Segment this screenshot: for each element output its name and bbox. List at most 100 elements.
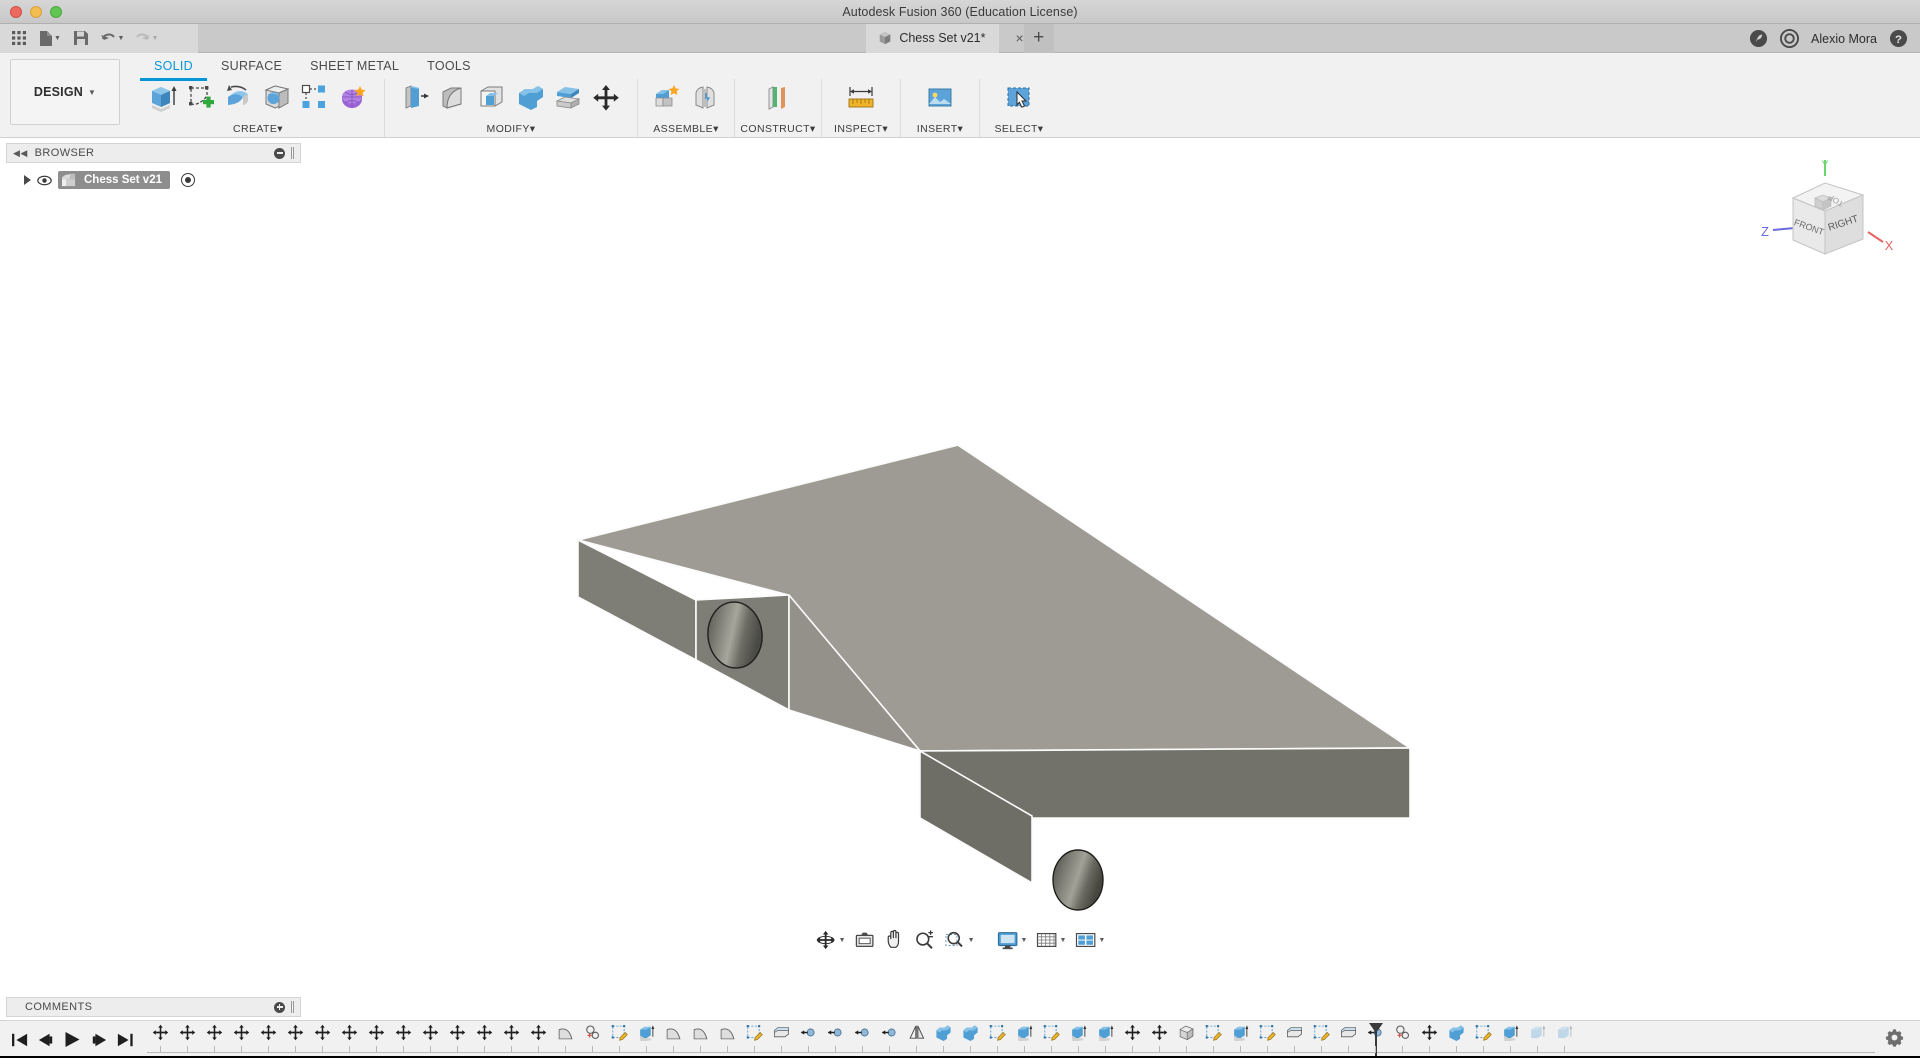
- minimize-panel-icon[interactable]: [274, 147, 285, 159]
- measure-tool[interactable]: [844, 81, 878, 115]
- chevron-down-icon: ▾: [277, 123, 283, 135]
- extrude-tool[interactable]: [146, 81, 180, 115]
- macos-title-bar: Autodesk Fusion 360 (Education License): [0, 0, 1920, 24]
- grid-snaps-button[interactable]: ▼: [1032, 929, 1069, 951]
- timeline-tick: [295, 1045, 296, 1053]
- step-back-button[interactable]: [38, 1033, 54, 1047]
- panel-construct: CONSTRUCT▾: [735, 79, 822, 137]
- browser-header[interactable]: ◀◀ BROWSER: [6, 143, 301, 163]
- sphere-tool[interactable]: [260, 81, 294, 115]
- combine-tool[interactable]: [513, 81, 547, 115]
- browser-title: BROWSER: [34, 147, 95, 159]
- chevron-down-icon: ▼: [1098, 936, 1106, 944]
- activate-component-icon[interactable]: [181, 173, 195, 187]
- browser-node-chess-set[interactable]: Chess Set v21: [24, 171, 301, 189]
- timeline-tick: [754, 1045, 755, 1053]
- pan-hand-icon: [887, 929, 900, 948]
- timeline-tick: [700, 1045, 701, 1053]
- tab-surface[interactable]: SURFACE: [207, 55, 296, 81]
- undo-icon: [100, 33, 115, 40]
- document-tab-chess-set[interactable]: Chess Set v21*: [866, 23, 1000, 53]
- panel-grip[interactable]: [291, 147, 294, 159]
- timeline-playback: [0, 1032, 147, 1047]
- collapse-icon[interactable]: ◀◀: [13, 148, 28, 159]
- bell-icon[interactable]: [1780, 29, 1799, 48]
- timeline-tick: [889, 1045, 890, 1053]
- revolve-tool[interactable]: [222, 81, 256, 115]
- eye-icon[interactable]: [37, 174, 52, 187]
- fillet-tool[interactable]: [437, 81, 471, 115]
- save-icon: [74, 31, 88, 45]
- move-copy-tool[interactable]: [589, 81, 623, 115]
- new-file-button[interactable]: ▼: [34, 26, 66, 50]
- measure-ruler-icon: [848, 87, 874, 108]
- extension-icon[interactable]: [1749, 29, 1768, 48]
- form-tool[interactable]: [336, 81, 370, 115]
- app-grid-button[interactable]: [6, 26, 32, 50]
- pattern-icon: [301, 84, 325, 108]
- comments-title: COMMENTS: [25, 1001, 93, 1013]
- add-comment-icon[interactable]: [274, 1001, 285, 1013]
- zoom-window-button[interactable]: ▼: [941, 929, 978, 951]
- undo-button[interactable]: ▼: [96, 26, 128, 50]
- timeline-tick: [808, 1045, 809, 1053]
- close-tab-icon[interactable]: ×: [1015, 30, 1023, 46]
- viewports-button[interactable]: ▼: [1071, 929, 1108, 951]
- new-tab-button[interactable]: +: [1023, 23, 1054, 53]
- timeline-tick: [1294, 1045, 1295, 1053]
- zoom-button[interactable]: [911, 929, 939, 951]
- timeline-tick: [511, 1045, 512, 1053]
- model-render[interactable]: [0, 138, 1920, 958]
- go-to-end-button[interactable]: [117, 1033, 133, 1047]
- grid-icon: [12, 31, 26, 45]
- offset-plane-tool[interactable]: [761, 81, 795, 115]
- create-sketch-tool[interactable]: [184, 81, 218, 115]
- pan-button[interactable]: [881, 929, 909, 951]
- step-forward-button[interactable]: [91, 1033, 107, 1047]
- panel-grip[interactable]: [291, 1001, 294, 1013]
- navigation-bar: ▼ ▼ ▼ ▼ ▼: [812, 926, 1109, 954]
- new-component-tool[interactable]: [650, 81, 684, 115]
- expand-arrow-icon[interactable]: [24, 175, 31, 185]
- tab-sheet-metal[interactable]: SHEET METAL: [296, 55, 413, 81]
- component-icon: [62, 173, 76, 187]
- chevron-down-icon: ▼: [117, 34, 125, 42]
- timeline-tick: [403, 1045, 404, 1053]
- timeline-track[interactable]: [147, 1021, 1875, 1058]
- timeline-tick: [1267, 1045, 1268, 1053]
- tab-tools[interactable]: TOOLS: [413, 55, 485, 81]
- timeline-tick: [1186, 1045, 1187, 1053]
- display-settings-button[interactable]: ▼: [994, 929, 1031, 951]
- save-button[interactable]: [68, 26, 94, 50]
- press-pull-tool[interactable]: [399, 81, 433, 115]
- panel-inspect: INSPECT▾: [822, 79, 901, 137]
- shell-tool[interactable]: [475, 81, 509, 115]
- 3d-canvas[interactable]: Y X Z FRONT RIGHT TOP ▼ ▼ ▼ ▼ ▼: [0, 138, 1920, 958]
- timeline-tick: [1213, 1045, 1214, 1053]
- timeline-settings-button[interactable]: [1875, 1028, 1920, 1052]
- help-icon[interactable]: ?: [1889, 29, 1908, 48]
- joint-tool[interactable]: [688, 81, 722, 115]
- redo-button[interactable]: ▼: [130, 26, 162, 50]
- timeline-tick: [376, 1045, 377, 1053]
- tab-solid[interactable]: SOLID: [140, 55, 208, 81]
- timeline-tick: [1510, 1045, 1511, 1053]
- extrude-icon: [152, 86, 177, 112]
- view-cube[interactable]: Y X Z FRONT RIGHT TOP: [1755, 158, 1895, 278]
- look-at-button[interactable]: [851, 929, 879, 951]
- play-button[interactable]: [64, 1032, 81, 1047]
- chevron-down-icon: ▾: [882, 123, 888, 135]
- comments-panel[interactable]: COMMENTS: [6, 997, 301, 1017]
- split-face-tool[interactable]: [551, 81, 585, 115]
- quick-access-bar: ▼ ▼ ▼ Chess Set v21* × + Alexio Mora ?: [0, 23, 1920, 53]
- select-tool[interactable]: [1002, 81, 1036, 115]
- redo-icon: [135, 33, 150, 40]
- go-to-beginning-button[interactable]: [12, 1033, 28, 1047]
- insert-image-tool[interactable]: [923, 81, 957, 115]
- orbit-button[interactable]: ▼: [812, 929, 849, 951]
- timeline-tick: [835, 1045, 836, 1053]
- pattern-tool[interactable]: [298, 81, 332, 115]
- workspace-switcher[interactable]: DESIGN ▼: [10, 59, 120, 125]
- user-name-label[interactable]: Alexio Mora: [1811, 32, 1877, 46]
- hole-right[interactable]: [1052, 849, 1104, 911]
